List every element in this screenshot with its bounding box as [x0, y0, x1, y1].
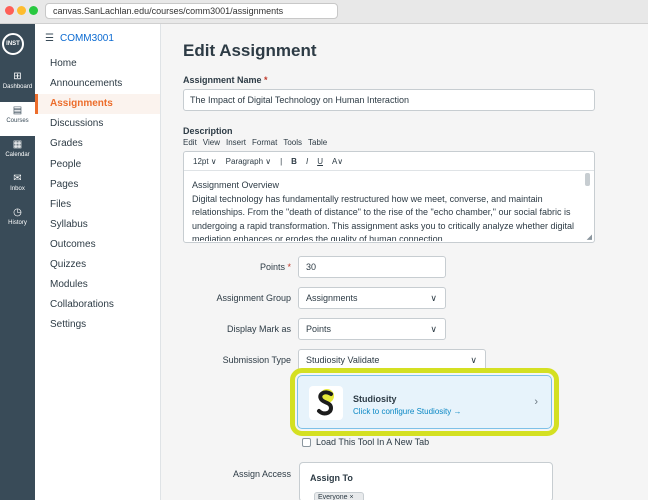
resize-handle-icon[interactable]: ◢ — [587, 233, 592, 241]
course-nav-settings[interactable]: Settings — [35, 315, 160, 335]
editor-toolbar: 12pt ∨ Paragraph ∨ | B I U A∨ — [184, 152, 594, 171]
chevron-down-icon: ∨ — [430, 324, 437, 334]
course-nav-modules[interactable]: Modules — [35, 275, 160, 295]
close-window-button[interactable] — [5, 6, 14, 15]
courses-icon: ▤ — [12, 105, 23, 116]
submission-type-label: Submission Type — [222, 355, 291, 365]
global-nav-history[interactable]: ◷ History — [0, 204, 35, 238]
display-mark-value: Points — [306, 324, 332, 334]
global-nav-label: Inbox — [10, 186, 25, 192]
course-nav-pages[interactable]: Pages — [35, 175, 160, 195]
assignment-group-label: Assignment Group — [216, 293, 291, 303]
global-nav-label: Calendar — [5, 152, 30, 158]
new-tab-checkbox[interactable] — [302, 438, 311, 447]
editor-menu-edit[interactable]: Edit — [183, 138, 197, 147]
global-nav: INST ⊞ Dashboard ▤ Courses ▦ Calendar ✉ Inbox ◷ H… — [0, 24, 35, 500]
global-nav-courses[interactable]: ▤ Courses — [0, 102, 35, 136]
course-header: ☰ COMM3001 — [45, 33, 114, 44]
global-nav-inbox[interactable]: ✉ Inbox — [0, 170, 35, 204]
main-content: Edit Assignment Assignment Name * The Im… — [161, 24, 648, 500]
course-nav-quizzes[interactable]: Quizzes — [35, 255, 160, 275]
course-nav-grades[interactable]: Grades — [35, 134, 160, 154]
browser-toolbar: canvas.SanLachlan.edu/courses/comm3001/a… — [0, 0, 648, 24]
history-icon: ◷ — [13, 207, 22, 218]
calendar-icon: ▦ — [12, 139, 23, 150]
global-nav-label: Dashboard — [2, 84, 33, 90]
rich-text-editor[interactable]: 12pt ∨ Paragraph ∨ | B I U A∨ Assignment Overv… — [183, 151, 595, 243]
editor-menu-format[interactable]: Format — [252, 138, 277, 147]
required-marker: * — [264, 75, 268, 85]
global-nav-dashboard[interactable]: ⊞ Dashboard — [0, 68, 35, 102]
maximize-window-button[interactable] — [29, 6, 38, 15]
assignment-name-label-text: Assignment Name — [183, 75, 262, 85]
course-nav-syllabus[interactable]: Syllabus — [35, 215, 160, 235]
description-heading: Assignment Overview — [192, 180, 280, 190]
tool-highlight-ring — [290, 368, 559, 436]
block-format-dropdown[interactable]: Paragraph ∨ — [226, 157, 271, 166]
required-marker: * — [287, 262, 291, 272]
assignment-name-input[interactable]: The Impact of Digital Technology on Huma… — [183, 89, 595, 111]
assignment-name-label: Assignment Name * — [183, 75, 268, 85]
points-input[interactable]: 30 — [298, 256, 446, 278]
minimize-window-button[interactable] — [17, 6, 26, 15]
assignment-group-select[interactable]: Assignments ∨ — [298, 287, 446, 309]
global-nav-calendar[interactable]: ▦ Calendar — [0, 136, 35, 170]
editor-menu-bar: Edit View Insert Format Tools Table — [183, 138, 333, 147]
description-body: Digital technology has fundamentally res… — [192, 193, 575, 242]
editor-content[interactable]: Assignment Overview Digital technology h… — [192, 179, 582, 241]
points-label: Points * — [183, 262, 291, 272]
course-nav-people[interactable]: People — [35, 155, 160, 175]
course-code[interactable]: COMM3001 — [60, 33, 114, 44]
course-nav-home[interactable]: Home — [35, 54, 160, 74]
course-nav-discussions[interactable]: Discussions — [35, 114, 160, 134]
assign-to-label: Assign To — [310, 473, 353, 483]
font-size-dropdown[interactable]: 12pt ∨ — [193, 157, 217, 166]
inbox-icon: ✉ — [13, 173, 22, 184]
course-nav-files[interactable]: Files — [35, 195, 160, 215]
page-title: Edit Assignment — [183, 41, 317, 60]
submission-type-value: Studiosity Validate — [306, 355, 380, 365]
editor-menu-table[interactable]: Table — [308, 138, 327, 147]
points-label-text: Points — [259, 262, 285, 272]
course-nav-outcomes[interactable]: Outcomes — [35, 235, 160, 255]
editor-menu-view[interactable]: View — [203, 138, 220, 147]
institution-logo[interactable]: INST — [2, 33, 24, 55]
chevron-down-icon: ∨ — [470, 355, 477, 365]
global-nav-label: History — [8, 220, 27, 226]
display-mark-select[interactable]: Points ∨ — [298, 318, 446, 340]
italic-button[interactable]: I — [306, 157, 308, 166]
assign-access-label: Assign Access — [232, 469, 291, 479]
editor-scrollbar[interactable] — [585, 173, 590, 186]
chevron-down-icon: ∨ — [430, 293, 437, 303]
course-nav-assignments[interactable]: Assignments — [35, 94, 160, 115]
hamburger-menu-icon[interactable]: ☰ — [45, 33, 54, 44]
course-nav-collaborations[interactable]: Collaborations — [35, 295, 160, 315]
new-tab-label[interactable]: Load This Tool In A New Tab — [316, 437, 429, 447]
dashboard-icon: ⊞ — [13, 71, 22, 82]
course-nav-announcements[interactable]: Announcements — [35, 74, 160, 94]
underline-button[interactable]: U — [317, 157, 323, 166]
bold-button[interactable]: B — [291, 157, 297, 166]
editor-menu-insert[interactable]: Insert — [226, 138, 246, 147]
editor-menu-tools[interactable]: Tools — [283, 138, 302, 147]
toolbar-separator: | — [280, 157, 283, 166]
assignee-pill[interactable]: Everyone × — [314, 492, 364, 500]
global-nav-label: Courses — [6, 118, 29, 124]
course-nav: ☰ COMM3001 Home Announcements Assignments Di… — [35, 24, 161, 500]
address-bar[interactable]: canvas.SanLachlan.edu/courses/comm3001/a… — [45, 3, 338, 19]
text-color-button[interactable]: A∨ — [332, 157, 343, 166]
display-mark-label: Display Mark as — [226, 324, 291, 334]
assignment-group-value: Assignments — [306, 293, 358, 303]
description-label: Description — [183, 126, 233, 136]
assign-access-card: Assign To Everyone × — [299, 462, 553, 500]
